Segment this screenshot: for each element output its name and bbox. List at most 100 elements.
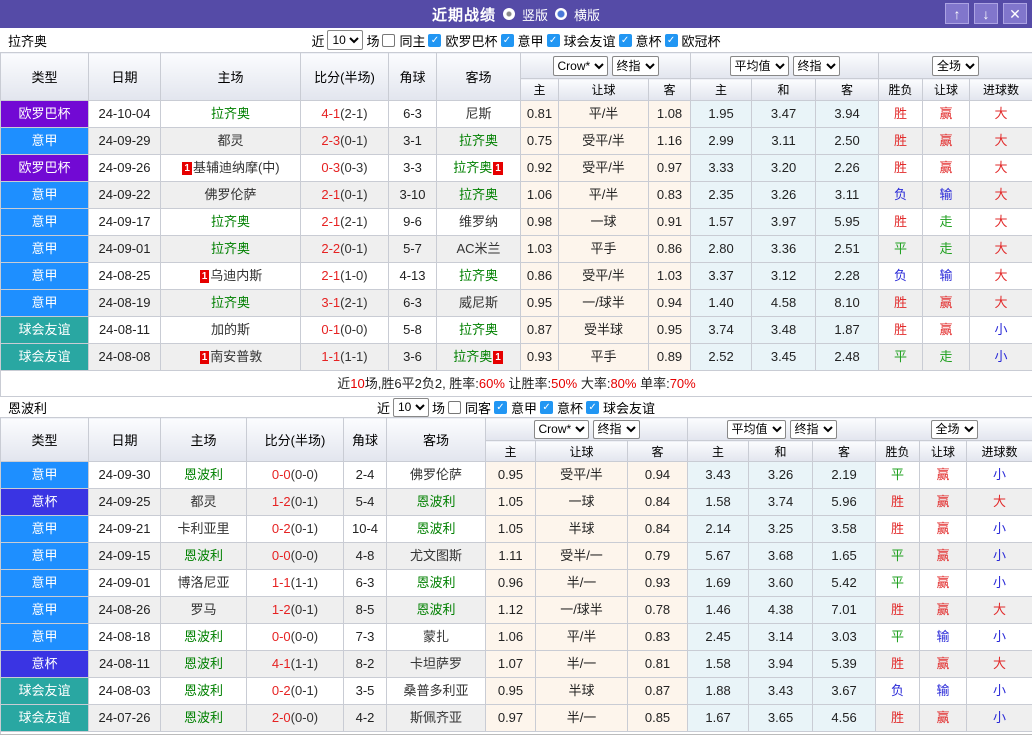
home-team-name[interactable]: 南安普敦 (210, 349, 262, 364)
home-team-name[interactable]: 博洛尼亚 (177, 575, 229, 590)
odds-stage-select[interactable]: 终指 (593, 420, 640, 439)
away-team-name[interactable]: 恩波利 (416, 602, 455, 617)
league-checkbox-ucl[interactable] (665, 34, 678, 47)
away-team-name[interactable]: 桑普多利亚 (403, 683, 468, 698)
bookmaker-select[interactable]: Crow* (553, 56, 608, 76)
radio-horizontal-label[interactable]: 横版 (574, 5, 600, 24)
league-label: 意杯 (557, 398, 583, 417)
radio-vertical-label[interactable]: 竖版 (522, 5, 548, 24)
odds-stage-select-2[interactable]: 终指 (790, 420, 837, 439)
crow-home-odds: 0.93 (521, 344, 559, 371)
crow-away-odds: 0.83 (628, 624, 688, 651)
away-team-name[interactable]: 恩波利 (416, 521, 455, 536)
halftime-score: (2-1) (340, 106, 367, 121)
table-row: 意甲24-09-30恩波利0-0(0-0)2-4佛罗伦萨0.95受平/半0.94… (1, 462, 1032, 489)
home-team: 恩波利 (161, 651, 247, 678)
radio-horizontal[interactable] (555, 8, 567, 20)
same-home-checkbox[interactable] (382, 34, 395, 47)
table-row: 球会友谊24-07-26恩波利2-0(0-0)4-2斯佩齐亚0.97半/一0.8… (1, 705, 1032, 732)
league-badge: 意杯 (1, 651, 89, 678)
average-select[interactable]: 平均值 (730, 56, 789, 76)
away-team: 拉齐奥 (437, 182, 521, 209)
away-team-name[interactable]: 尤文图斯 (410, 548, 462, 563)
away-team-name[interactable]: 卡坦萨罗 (410, 656, 462, 671)
odds-stage-select-2[interactable]: 终指 (793, 56, 840, 76)
home-team-name[interactable]: 拉齐奥 (211, 241, 250, 256)
scroll-down-button[interactable]: ↓ (974, 3, 998, 24)
away-team-name[interactable]: 拉齐奥 (459, 187, 498, 202)
red-card-badge: 1 (493, 162, 503, 175)
home-team-name[interactable]: 罗马 (190, 602, 216, 617)
halftime-score: (0-1) (340, 187, 367, 202)
period-select[interactable]: 全场 (931, 420, 978, 439)
home-team-name[interactable]: 都灵 (217, 133, 243, 148)
avg-home-odds: 2.52 (691, 344, 752, 371)
scroll-up-button[interactable]: ↑ (945, 3, 969, 24)
games-count-select[interactable]: 10 (393, 398, 429, 417)
away-team-name[interactable]: 恩波利 (416, 575, 455, 590)
result-handicap: 赢 (920, 489, 967, 516)
column-header-score: 比分(半场) (301, 53, 389, 101)
home-team-name[interactable]: 加的斯 (211, 322, 250, 337)
league-checkbox-friendly[interactable] (586, 401, 599, 414)
home-team-name[interactable]: 都灵 (190, 494, 216, 509)
home-team-name[interactable]: 拉齐奥 (211, 295, 250, 310)
league-checkbox-europa[interactable] (428, 34, 441, 47)
bookmaker-select[interactable]: Crow* (534, 420, 589, 439)
average-select[interactable]: 平均值 (727, 420, 786, 439)
match-date: 24-09-01 (89, 570, 161, 597)
halftime-score: (1-1) (340, 349, 367, 364)
score: 2-1(2-1) (301, 209, 389, 236)
home-team-name[interactable]: 基辅迪纳摩(中) (193, 160, 280, 175)
away-team-name[interactable]: 威尼斯 (459, 295, 498, 310)
home-team-name[interactable]: 恩波利 (184, 683, 223, 698)
corner-score: 2-4 (344, 462, 387, 489)
league-checkbox-friendly[interactable] (547, 34, 560, 47)
odds-stage-select[interactable]: 终指 (612, 56, 659, 76)
result-goals: 小 (967, 543, 1032, 570)
home-team-name[interactable]: 乌迪内斯 (210, 268, 262, 283)
home-team-name[interactable]: 拉齐奥 (211, 106, 250, 121)
result-handicap: 赢 (923, 317, 970, 344)
home-team-name[interactable]: 恩波利 (184, 548, 223, 563)
crow-away-odds: 0.84 (628, 489, 688, 516)
home-team-name[interactable]: 拉齐奥 (211, 214, 250, 229)
league-checkbox-coppa[interactable] (540, 401, 553, 414)
score: 0-0(0-0) (247, 543, 344, 570)
close-button[interactable]: ✕ (1003, 3, 1027, 24)
away-team-name[interactable]: 斯佩齐亚 (410, 710, 462, 725)
home-team-name[interactable]: 卡利亚里 (177, 521, 229, 536)
crow-away-odds: 0.94 (628, 462, 688, 489)
away-team-name[interactable]: 拉齐奥 (453, 349, 492, 364)
home-team-name[interactable]: 恩波利 (184, 467, 223, 482)
crow-handicap: 半球 (536, 516, 628, 543)
league-checkbox-coppa[interactable] (619, 34, 632, 47)
home-team: 都灵 (161, 128, 301, 155)
away-team-name[interactable]: 佛罗伦萨 (410, 467, 462, 482)
away-team-name[interactable]: 恩波利 (416, 494, 455, 509)
home-team-name[interactable]: 恩波利 (184, 656, 223, 671)
away-team-name[interactable]: 尼斯 (465, 106, 491, 121)
league-checkbox-seriea[interactable] (501, 34, 514, 47)
avg-draw-odds: 3.60 (749, 570, 813, 597)
avg-home-odds: 1.88 (688, 678, 749, 705)
crow-handicap: 平/半 (559, 182, 649, 209)
same-away-checkbox[interactable] (448, 401, 461, 414)
home-team-name[interactable]: 恩波利 (184, 629, 223, 644)
away-team-name[interactable]: 拉齐奥 (459, 133, 498, 148)
home-team-name[interactable]: 恩波利 (184, 710, 223, 725)
away-team-name[interactable]: 拉齐奥 (453, 160, 492, 175)
away-team-name[interactable]: 维罗纳 (459, 214, 498, 229)
away-team-name[interactable]: 蒙扎 (423, 629, 449, 644)
home-team: 拉齐奥 (161, 209, 301, 236)
radio-vertical[interactable] (503, 8, 515, 20)
away-team-name[interactable]: 拉齐奥 (459, 268, 498, 283)
away-team: 拉齐奥 (437, 263, 521, 290)
period-select[interactable]: 全场 (932, 56, 979, 76)
games-count-select[interactable]: 10 (327, 30, 363, 50)
away-team-name[interactable]: AC米兰 (456, 241, 500, 256)
league-checkbox-seriea[interactable] (494, 401, 507, 414)
home-team-name[interactable]: 佛罗伦萨 (204, 187, 256, 202)
away-team-name[interactable]: 拉齐奥 (459, 322, 498, 337)
section-empoli: 恩波利 近 10 场 同客 意甲 意杯 球会友谊 类型 日期 主 (0, 397, 1032, 735)
